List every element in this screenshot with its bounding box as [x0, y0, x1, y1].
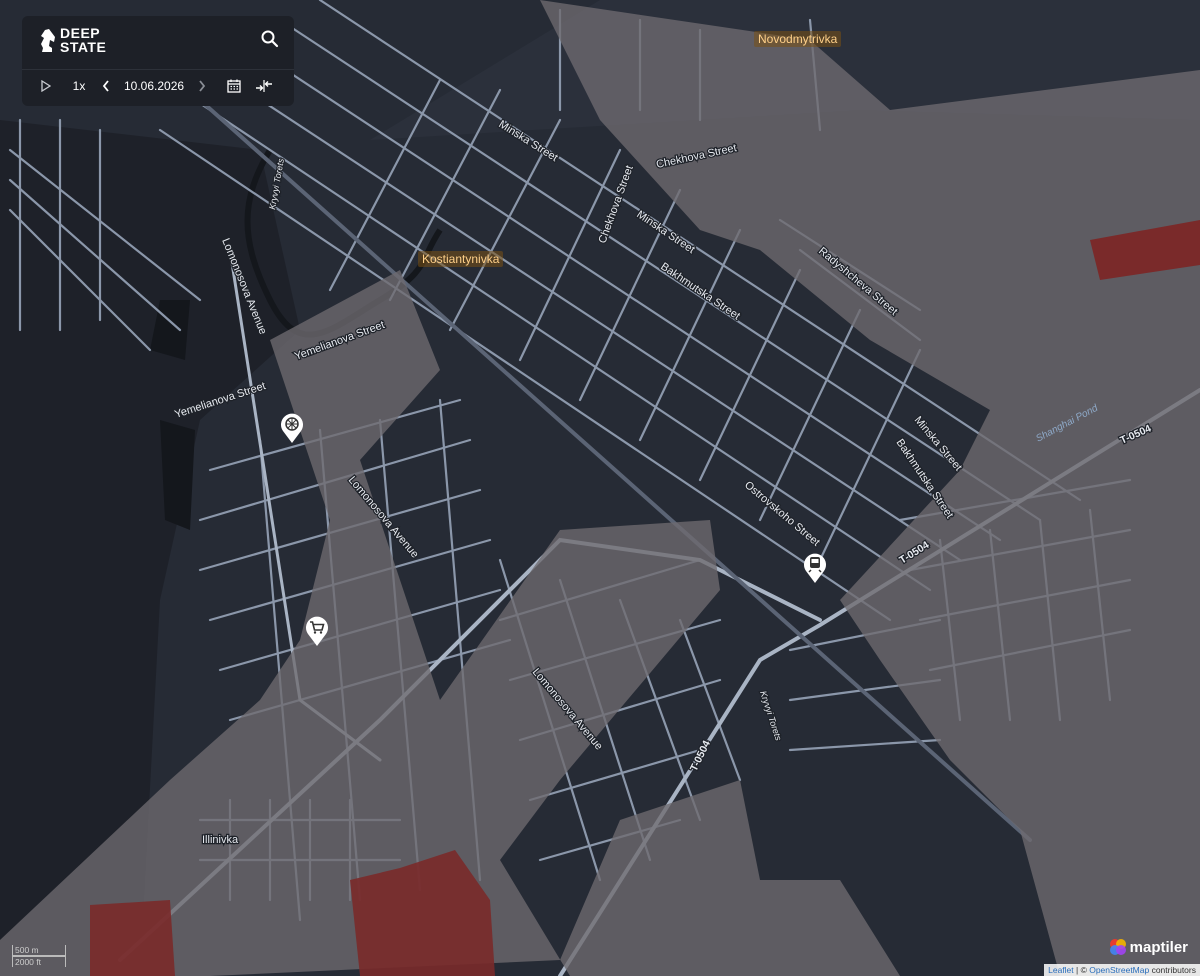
shop-marker[interactable] [304, 615, 330, 647]
place-label-novodmytrivka[interactable]: Novodmytrivka [754, 31, 842, 47]
place-label-kostiantynivka[interactable]: Kostiantynivka [418, 251, 504, 267]
ferris-wheel-marker[interactable] [279, 412, 305, 444]
knight-icon [41, 29, 55, 52]
leaflet-link[interactable]: Leaflet [1048, 965, 1074, 975]
train-icon [804, 553, 826, 583]
compare-icon [256, 80, 273, 92]
attribution-suffix: contributors [1149, 965, 1196, 975]
maptiler-icon [1109, 939, 1126, 955]
next-day-button[interactable] [194, 76, 210, 96]
panel-divider [22, 69, 294, 70]
logo-text: DEEP STATE [60, 25, 107, 55]
map-canvas[interactable]: Minska Street Chekhova Street Chekhova S… [0, 0, 1200, 976]
scale-bar: 500 m 2000 ft [12, 945, 66, 967]
play-icon [41, 80, 51, 92]
map-attribution: Leaflet | © OpenStreetMap contributors [1044, 964, 1200, 976]
osm-link[interactable]: OpenStreetMap [1089, 965, 1149, 975]
search-button[interactable] [260, 29, 280, 49]
pond [160, 420, 195, 530]
search-icon [261, 30, 279, 48]
red-zone-southwest [90, 900, 175, 976]
train-station-marker[interactable] [802, 552, 828, 584]
calendar-button[interactable] [222, 76, 246, 96]
deepstate-logo[interactable]: DEEP STATE [38, 26, 106, 54]
maptiler-text: maptiler [1129, 938, 1188, 956]
compare-button[interactable] [252, 76, 276, 96]
date-display[interactable]: 10.06.2026 [124, 79, 184, 93]
scale-imperial: 2000 ft [12, 956, 66, 967]
chevron-left-icon [102, 80, 109, 92]
scale-metric: 500 m [12, 945, 66, 956]
timeline-controls: 1x 10.06.2026 [36, 76, 276, 96]
previous-day-button[interactable] [98, 76, 114, 96]
play-button[interactable] [36, 76, 56, 96]
ferris-wheel-icon [281, 413, 303, 443]
shopping-cart-icon [306, 616, 328, 646]
control-panel: DEEP STATE 1x 10.06.2026 [22, 16, 294, 106]
chevron-right-icon [199, 80, 206, 92]
place-label-illinivka: Illinivka [202, 834, 239, 846]
speed-button[interactable]: 1x [64, 76, 94, 96]
attribution-separator: | © [1073, 965, 1090, 975]
calendar-icon [227, 79, 241, 93]
maptiler-logo[interactable]: maptiler [1109, 938, 1188, 956]
